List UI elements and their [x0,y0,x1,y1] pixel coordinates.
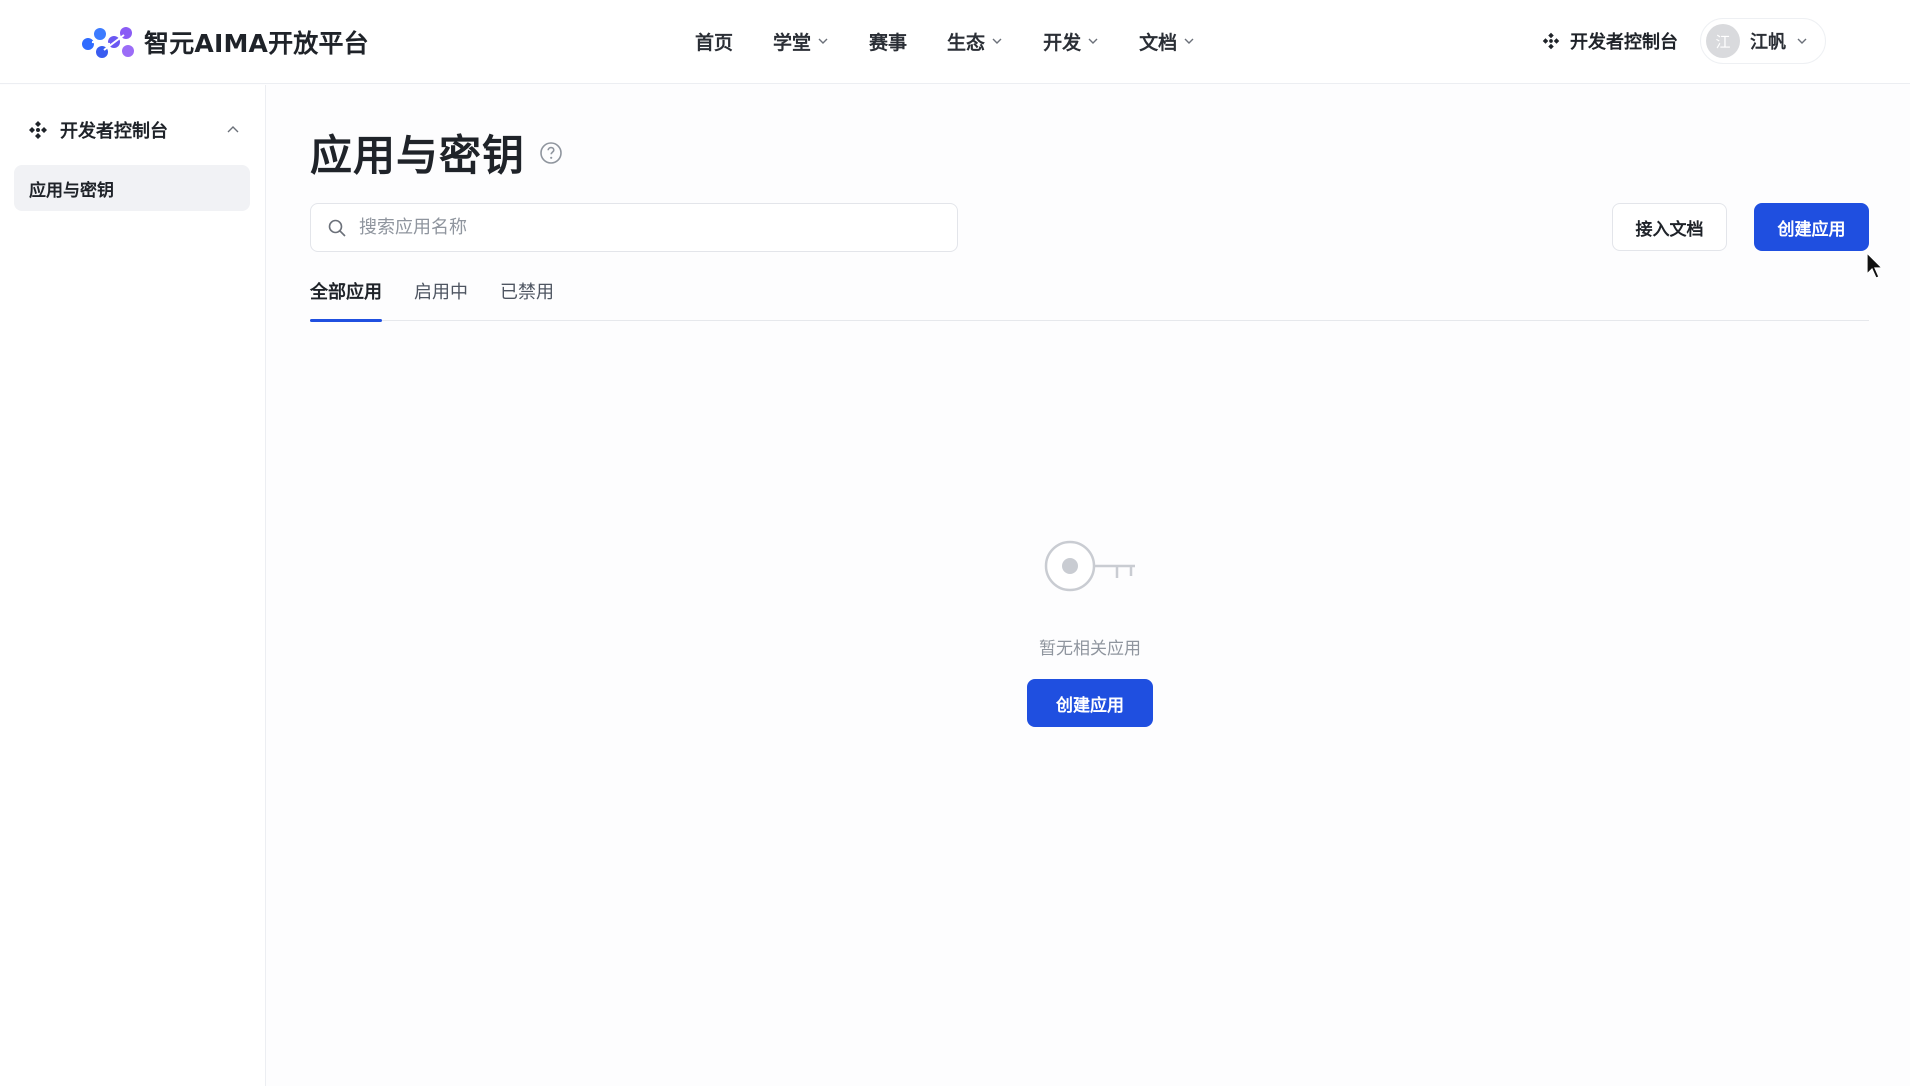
main-nav: 首页 学堂 赛事 生态 开发 文档 [695,26,1235,56]
nav-item-label: 赛事 [869,31,908,54]
chevron-down-icon [992,38,1002,44]
sidebar: 开发者控制台 应用与密钥 [0,85,266,1086]
chevron-down-icon [1184,38,1194,44]
nav-item-academy[interactable]: 学堂 [773,28,829,55]
developer-console-link[interactable]: 开发者控制台 [1540,26,1678,56]
create-app-button[interactable]: 创建应用 [1754,203,1869,251]
sidebar-group-developer-console[interactable]: 开发者控制台 [26,115,240,145]
avatar: 江 [1706,24,1740,58]
sidebar-group-label: 开发者控制台 [60,121,168,142]
nav-item-label: 开发 [1043,31,1082,54]
top-header: 智元AIMA开放平台 首页 学堂 赛事 生态 开发 文档 开发者控制台 江 江帆 [0,0,1910,84]
empty-message: 暂无相关应用 [1039,639,1141,659]
user-name: 江帆 [1750,32,1786,53]
brand-logo[interactable]: 智元AIMA开放平台 [80,22,369,62]
search-box[interactable] [310,203,958,252]
cursor-icon [1866,252,1884,279]
search-input[interactable] [359,217,919,238]
search-icon [328,219,346,237]
app-filter-tabs: 全部应用 启用中 已禁用 [310,270,1869,322]
help-icon[interactable] [539,141,563,165]
chevron-down-icon [818,38,828,44]
chevron-down-icon [1797,38,1807,44]
nav-item-label: 文档 [1139,31,1178,54]
nav-item-home[interactable]: 首页 [695,28,733,55]
developer-console-label: 开发者控制台 [1570,32,1678,53]
page-title: 应用与密钥 [310,131,526,180]
key-icon [1044,540,1135,592]
sidebar-item-apps-and-keys[interactable]: 应用与密钥 [14,165,250,211]
brand-logo-icon [82,27,134,58]
nav-item-develop[interactable]: 开发 [1043,28,1099,55]
nav-item-label: 首页 [695,31,734,54]
nav-item-docs[interactable]: 文档 [1139,28,1195,55]
tab-all-apps[interactable]: 全部应用 [310,270,382,322]
console-icon [29,121,47,139]
nav-item-ecosystem[interactable]: 生态 [947,28,1003,55]
console-icon [1542,32,1560,50]
chevron-up-icon [227,126,239,133]
create-app-empty-button[interactable]: 创建应用 [1027,679,1153,727]
nav-item-label: 生态 [947,31,986,54]
brand-name: 智元AIMA开放平台 [144,29,369,58]
integration-docs-button[interactable]: 接入文档 [1612,203,1727,251]
user-menu[interactable]: 江 江帆 [1700,18,1826,64]
tab-enabled[interactable]: 启用中 [414,270,468,321]
nav-item-label: 学堂 [773,31,812,54]
chevron-down-icon [1088,38,1098,44]
empty-state: 暂无相关应用 创建应用 [960,530,1220,727]
nav-item-competitions[interactable]: 赛事 [869,28,907,55]
tab-disabled[interactable]: 已禁用 [500,270,554,321]
page-title-row: 应用与密钥 [310,122,563,183]
